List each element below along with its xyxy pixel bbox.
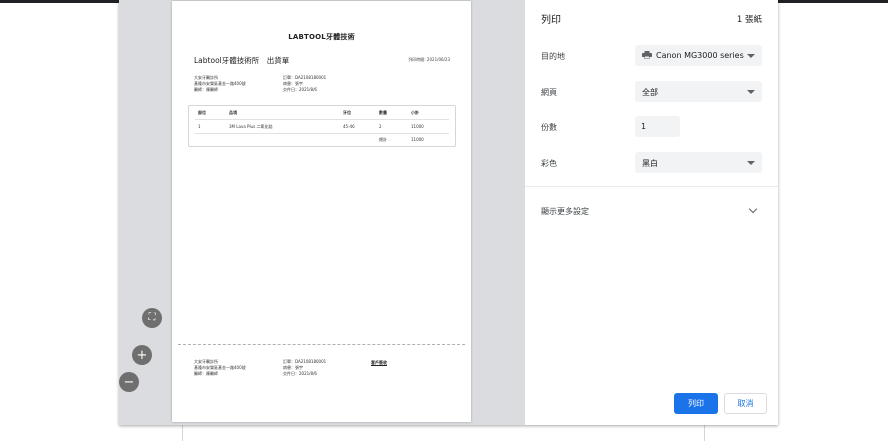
top-bar-right (778, 0, 888, 3)
table-divider (195, 119, 449, 120)
sheet-count: 1 張紙 (736, 15, 762, 25)
table-header: 部位 品項 牙位 數量 小計 (198, 110, 419, 115)
print-settings-panel: 列印 1 張紙 目的地 Canon MG3000 series 網頁 全部 份數… (525, 0, 778, 425)
footer-clinic-info: 大安牙醫診所 基隆市安樂區基金一路400號 醫師：陳醫師 (194, 359, 246, 376)
expand-chevron-icon[interactable] (748, 204, 758, 214)
chevron-down-icon (747, 54, 755, 58)
print-preview-area[interactable]: LABTOOL牙體技術 Labtool牙體技術所 出貨單 列印時間: 2021/… (119, 0, 525, 425)
zoom-out-button[interactable]: − (119, 372, 139, 392)
color-label: 彩色 (541, 159, 557, 168)
footer-order-info: 訂單：DA2108180001 病患：張宇 交件日：2021/8/6 (283, 359, 327, 376)
chevron-down-icon (747, 161, 755, 165)
color-select[interactable]: 黑白 (635, 152, 762, 173)
top-bar-left (0, 0, 119, 3)
pages-label: 網頁 (541, 88, 557, 97)
preview-page: LABTOOL牙體技術 Labtool牙體技術所 出貨單 列印時間: 2021/… (172, 1, 471, 422)
print-button[interactable]: 列印 (674, 393, 718, 414)
minus-icon: − (123, 374, 135, 390)
order-table: 部位 品項 牙位 數量 小計 1 3M Lava Plus 二氧化鋯 45-46… (188, 105, 456, 147)
copies-input[interactable]: 1 (635, 116, 680, 137)
destination-select[interactable]: Canon MG3000 series (635, 45, 762, 66)
table-total-row: 總計 11000 (379, 137, 424, 142)
plus-icon: + (136, 347, 148, 363)
zoom-in-button[interactable]: + (132, 345, 152, 365)
chevron-down-icon (747, 90, 755, 94)
clinic-info: 大安牙醫診所 基隆市安樂區基金一路400號 醫師：陳醫師 (194, 75, 246, 92)
background-page-edge (182, 425, 705, 441)
destination-label: 目的地 (541, 52, 565, 61)
order-info: 訂單：DA2108180001 病患：張宇 交件日：2021/8/6 (283, 75, 327, 92)
document-title: Labtool牙體技術所 出貨單 (194, 56, 290, 65)
brand-logo: LABTOOL牙體技術 (288, 33, 355, 41)
table-row: 1 3M Lava Plus 二氧化鋯 45-46 2 11000 (198, 124, 424, 129)
printer-icon (642, 51, 652, 59)
cut-line (178, 344, 465, 345)
more-settings-toggle[interactable]: 顯示更多設定 (541, 206, 589, 217)
panel-title: 列印 (541, 15, 561, 26)
section-divider (525, 186, 778, 187)
fit-icon: ⛶ (148, 312, 156, 323)
fit-to-page-button[interactable]: ⛶ (142, 308, 162, 328)
cancel-button[interactable]: 取消 (724, 393, 767, 414)
print-date: 列印時間: 2021/06/23 (408, 57, 450, 62)
signature-label: 客戶簽收 (371, 360, 387, 365)
pages-select[interactable]: 全部 (635, 81, 762, 102)
copies-label: 份數 (541, 123, 557, 132)
print-dialog: LABTOOL牙體技術 Labtool牙體技術所 出貨單 列印時間: 2021/… (119, 0, 778, 425)
